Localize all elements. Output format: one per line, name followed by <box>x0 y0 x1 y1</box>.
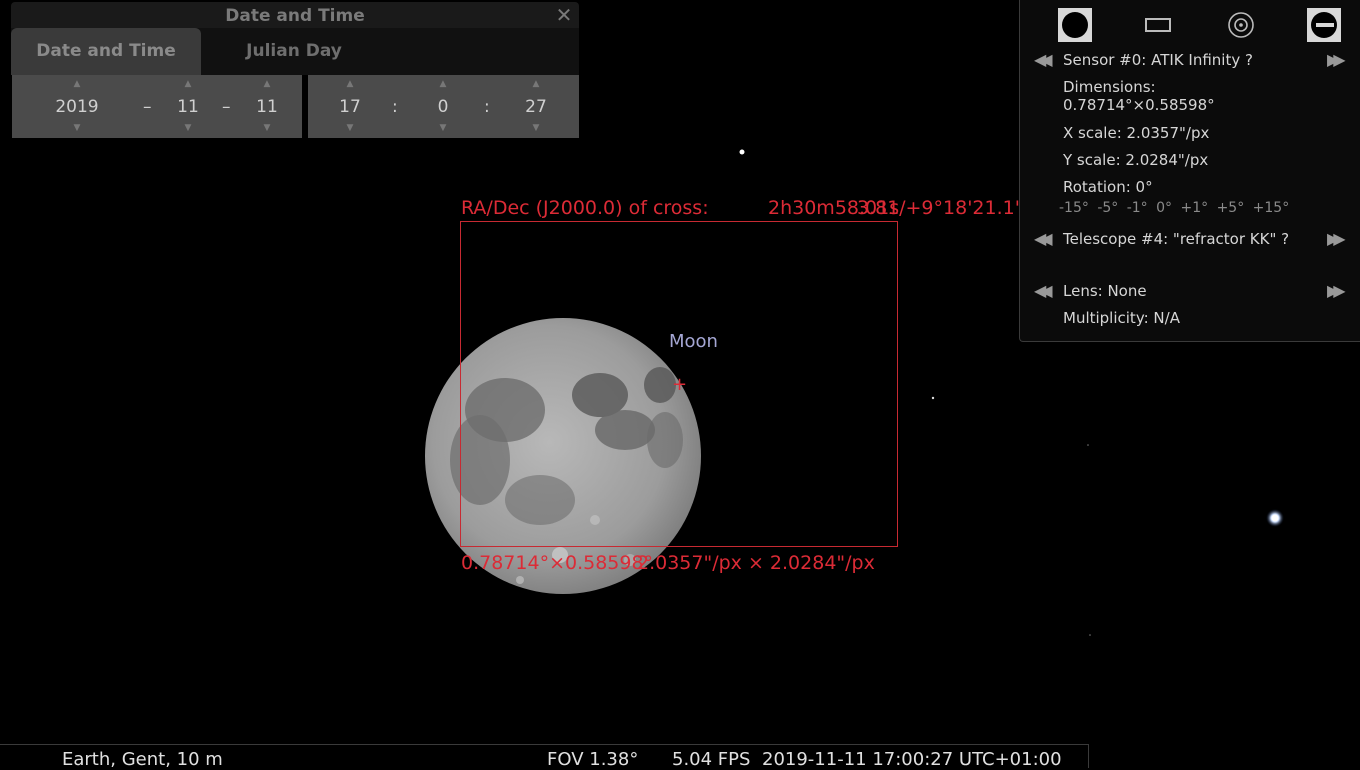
status-bar: Earth, Gent, 10 m FOV 1.38° 5.04 FPS 201… <box>0 744 1089 770</box>
date-separator: – <box>143 97 152 117</box>
tab-julian-day[interactable]: Julian Day <box>209 28 379 75</box>
spin-down-icon[interactable]: ▼ <box>168 123 208 133</box>
day-value[interactable]: 11 <box>247 97 287 117</box>
fov-dimensions-label: 0.78714°×0.58598° <box>461 552 654 574</box>
dialog-tabbar: Date and Time Julian Day <box>11 28 579 75</box>
month-spinbox[interactable]: ▲ 11 ▼ <box>168 75 208 138</box>
dimensions-value: 0.78714°×0.58598° <box>1063 96 1215 114</box>
next-sensor-icon[interactable]: ▶▶ <box>1327 50 1345 69</box>
date-spinbox-group: ▲ 2019 ▼ – ▲ 11 ▼ – ▲ 11 ▼ <box>12 75 302 138</box>
spin-down-icon[interactable]: ▼ <box>330 123 370 133</box>
minute-value[interactable]: 0 <box>423 97 463 117</box>
x-scale: X scale: 2.0357"/px <box>1063 124 1210 142</box>
star <box>739 149 745 155</box>
telescope-icon[interactable] <box>1307 8 1341 42</box>
moon-object-label[interactable]: Moon <box>669 331 718 352</box>
spin-up-icon[interactable]: ▲ <box>247 79 287 89</box>
multiplicity: Multiplicity: N/A <box>1063 309 1180 327</box>
spin-down-icon[interactable]: ▼ <box>423 123 463 133</box>
date-time-dialog: Date and Time ✕ Date and Time Julian Day… <box>11 2 579 138</box>
tab-date-and-time[interactable]: Date and Time <box>11 28 201 75</box>
next-lens-icon[interactable]: ▶▶ <box>1327 281 1345 300</box>
year-spinbox[interactable]: ▲ 2019 ▼ <box>49 75 105 138</box>
sensor-name: Sensor #0: ATIK Infinity ? <box>1063 51 1253 69</box>
spin-up-icon[interactable]: ▲ <box>330 79 370 89</box>
date-separator: – <box>222 97 231 117</box>
lens-name: Lens: None <box>1063 282 1147 300</box>
y-scale: Y scale: 2.0284"/px <box>1063 151 1209 169</box>
dimensions-label: Dimensions: <box>1063 78 1156 96</box>
pixel-scale-label: 2.0357"/px × 2.0284"/px <box>637 552 875 574</box>
location-text[interactable]: Earth, Gent, 10 m <box>62 749 223 770</box>
star <box>1087 444 1089 446</box>
rotation: Rotation: 0° <box>1063 178 1153 196</box>
rotation-scale[interactable]: -15° -5° -1° 0° +1° +5° +15° <box>1059 200 1289 216</box>
spin-down-icon[interactable]: ▼ <box>49 123 105 133</box>
telrad-icon[interactable] <box>1224 8 1258 42</box>
spin-up-icon[interactable]: ▲ <box>168 79 208 89</box>
prev-telescope-icon[interactable]: ◀◀ <box>1034 229 1052 248</box>
radec-label: RA/Dec (J2000.0) of cross: <box>461 197 709 219</box>
fps-text: 5.04 FPS <box>672 749 751 770</box>
hour-value[interactable]: 17 <box>330 97 370 117</box>
dialog-titlebar[interactable]: Date and Time ✕ <box>11 2 579 28</box>
day-spinbox[interactable]: ▲ 11 ▼ <box>247 75 287 138</box>
prev-sensor-icon[interactable]: ◀◀ <box>1034 50 1052 69</box>
time-separator: : <box>392 97 398 117</box>
year-value[interactable]: 2019 <box>49 97 105 117</box>
time-separator: : <box>484 97 490 117</box>
spin-up-icon[interactable]: ▲ <box>423 79 463 89</box>
bright-star-core <box>1271 514 1279 522</box>
next-telescope-icon[interactable]: ▶▶ <box>1327 229 1345 248</box>
spin-down-icon[interactable]: ▼ <box>247 123 287 133</box>
minute-spinbox[interactable]: ▲ 0 ▼ <box>423 75 463 138</box>
second-spinbox[interactable]: ▲ 27 ▼ <box>516 75 556 138</box>
month-value[interactable]: 11 <box>168 97 208 117</box>
prev-lens-icon[interactable]: ◀◀ <box>1034 281 1052 300</box>
spin-down-icon[interactable]: ▼ <box>516 123 556 133</box>
spin-up-icon[interactable]: ▲ <box>49 79 105 89</box>
ocular-view-icon[interactable] <box>1058 8 1092 42</box>
time-spinbox-group: ▲ 17 ▼ : ▲ 0 ▼ : ▲ 27 ▼ <box>308 75 579 138</box>
sensor-frame-icon[interactable] <box>1141 8 1175 42</box>
radec-value-overlap: 3.81 <box>857 197 900 219</box>
star <box>931 396 935 400</box>
close-icon[interactable]: ✕ <box>553 3 575 27</box>
crosshair-marker: + <box>672 374 688 395</box>
second-value[interactable]: 27 <box>516 97 556 117</box>
spin-up-icon[interactable]: ▲ <box>516 79 556 89</box>
telescope-name: Telescope #4: "refractor KK" ? <box>1063 230 1290 248</box>
datetime-text[interactable]: 2019-11-11 17:00:27 UTC+01:00 <box>762 749 1062 770</box>
oculars-panel: ◀◀ Sensor #0: ATIK Infinity ? ▶▶ Dimensi… <box>1019 0 1360 342</box>
fov-text: FOV 1.38° <box>547 749 639 770</box>
dialog-title: Date and Time <box>225 6 365 26</box>
hour-spinbox[interactable]: ▲ 17 ▼ <box>330 75 370 138</box>
star <box>1089 634 1091 636</box>
